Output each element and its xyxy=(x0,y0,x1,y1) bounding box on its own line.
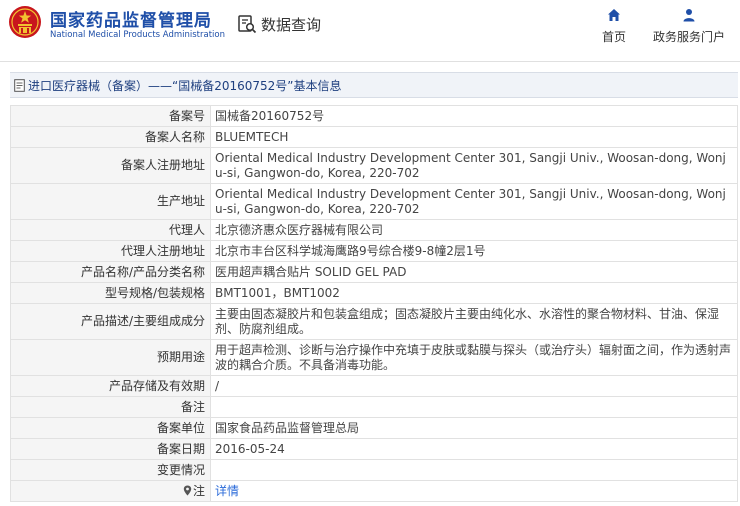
nav-home-label: 首页 xyxy=(601,30,626,44)
table-row: 备案号 国械备20160752号 xyxy=(10,105,738,127)
field-label: 备注 xyxy=(10,396,211,418)
table-row: 产品名称/产品分类名称 医用超声耦合贴片 SOLID GEL PAD xyxy=(10,261,738,283)
data-query-label: 数据查询 xyxy=(261,15,322,34)
nav-gov-service-label: 政务服务门户 xyxy=(652,30,725,44)
table-row: 型号规格/包装规格 BMT1001，BMT1002 xyxy=(10,282,738,304)
field-label: 备案人名称 xyxy=(10,126,211,148)
data-query-link[interactable]: 数据查询 xyxy=(237,13,321,35)
field-label: 生产地址 xyxy=(10,183,211,220)
details-link[interactable]: 详情 xyxy=(215,484,239,498)
data-query-icon xyxy=(238,15,257,34)
info-table: 备案号 国械备20160752号 备案人名称 BLUEMTECH 备案人注册地址… xyxy=(10,105,738,502)
field-value: 北京市丰台区科学城海鹰路9号综合楼9-8幢2层1号 xyxy=(210,240,738,262)
field-label: 产品描述/主要组成成分 xyxy=(10,303,211,340)
field-value: 国家食品药品监督管理总局 xyxy=(210,417,738,439)
note-label-cell: 注 xyxy=(10,480,211,502)
field-label: 产品名称/产品分类名称 xyxy=(10,261,211,283)
national-emblem-icon xyxy=(9,6,41,38)
org-name-en[interactable]: National Medical Products Administration xyxy=(50,30,225,40)
location-pin-icon xyxy=(183,485,192,495)
site-header: 国家药品监督管理局 National Medical Products Admi… xyxy=(0,0,740,62)
field-value: 主要由固态凝胶片和包装盒组成；固态凝胶片主要由纯化水、水溶性的聚合物材料、甘油、… xyxy=(210,303,738,340)
document-icon xyxy=(14,78,25,92)
table-row: 代理人注册地址 北京市丰台区科学城海鹰路9号综合楼9-8幢2层1号 xyxy=(10,240,738,262)
field-value: 国械备20160752号 xyxy=(210,105,738,127)
table-row: 产品描述/主要组成成分 主要由固态凝胶片和包装盒组成；固态凝胶片主要由纯化水、水… xyxy=(10,303,738,340)
field-value: 北京德济惠众医疗器械有限公司 xyxy=(210,219,738,241)
table-row: 变更情况 xyxy=(10,459,738,481)
field-value: BLUEMTECH xyxy=(210,126,738,148)
field-value: 医用超声耦合贴片 SOLID GEL PAD xyxy=(210,261,738,283)
table-row: 备案单位 国家食品药品监督管理总局 xyxy=(10,417,738,439)
nav-home[interactable]: 首页 xyxy=(596,8,632,45)
table-row: 生产地址 Oriental Medical Industry Developme… xyxy=(10,183,738,220)
header-divider xyxy=(0,61,740,62)
table-row: 备案人名称 BLUEMTECH xyxy=(10,126,738,148)
field-value: 用于超声检测、诊断与治疗操作中充填于皮肤或黏膜与探头（或治疗头）辐射面之间，作为… xyxy=(210,339,738,376)
field-value: 2016-05-24 xyxy=(210,438,738,460)
field-label: 产品存储及有效期 xyxy=(10,375,211,397)
table-row: 产品存储及有效期 / xyxy=(10,375,738,397)
table-row: 预期用途 用于超声检测、诊断与治疗操作中充填于皮肤或黏膜与探头（或治疗头）辐射面… xyxy=(10,339,738,376)
field-label: 备案日期 xyxy=(10,438,211,460)
nav-gov-service[interactable]: 政务服务门户 xyxy=(650,8,728,45)
table-row: 备案日期 2016-05-24 xyxy=(10,438,738,460)
field-label: 代理人 xyxy=(10,219,211,241)
field-label: 型号规格/包装规格 xyxy=(10,282,211,304)
info-title: 进口医疗器械（备案）——“国械备20160752号”基本信息 xyxy=(28,78,342,93)
table-row: 代理人 北京德济惠众医疗器械有限公司 xyxy=(10,219,738,241)
note-label: 注 xyxy=(192,483,205,498)
info-title-bar: 进口医疗器械（备案）——“国械备20160752号”基本信息 xyxy=(10,72,738,98)
user-icon xyxy=(683,9,695,22)
field-label: 代理人注册地址 xyxy=(10,240,211,262)
field-value: BMT1001，BMT1002 xyxy=(210,282,738,304)
table-row: 备案人注册地址 Oriental Medical Industry Develo… xyxy=(10,147,738,184)
field-value xyxy=(210,396,738,418)
table-row: 备注 xyxy=(10,396,738,418)
field-value xyxy=(210,459,738,481)
table-row-note: 注 详情 xyxy=(10,480,738,502)
field-value: Oriental Medical Industry Development Ce… xyxy=(210,183,738,220)
field-label: 变更情况 xyxy=(10,459,211,481)
field-label: 预期用途 xyxy=(10,339,211,376)
home-icon xyxy=(608,9,620,21)
field-label: 备案人注册地址 xyxy=(10,147,211,184)
note-value-cell: 详情 xyxy=(210,480,738,502)
field-value: Oriental Medical Industry Development Ce… xyxy=(210,147,738,184)
field-label: 备案号 xyxy=(10,105,211,127)
org-name-cn[interactable]: 国家药品监督管理局 xyxy=(50,6,212,31)
field-label: 备案单位 xyxy=(10,417,211,439)
field-value: / xyxy=(210,375,738,397)
